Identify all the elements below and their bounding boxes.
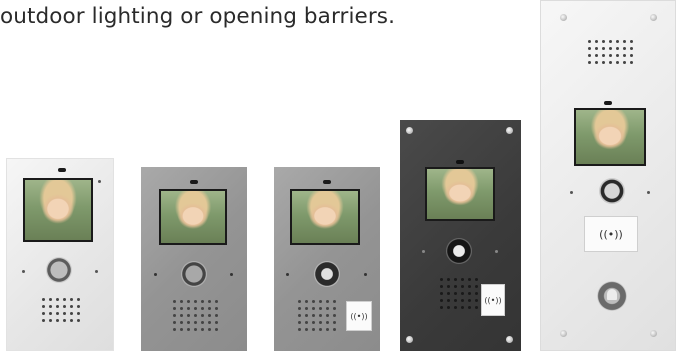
screw [506, 127, 513, 134]
led-indicator [364, 273, 367, 276]
rfid-reader[interactable]: ((•)) [584, 216, 638, 252]
led-indicator [422, 250, 425, 253]
speaker-grille [588, 40, 633, 64]
screw [560, 14, 567, 21]
video-screen [159, 189, 227, 245]
call-button[interactable] [181, 261, 207, 287]
video-screen [290, 189, 360, 245]
led-indicator [286, 273, 289, 276]
caption-text: outdoor lighting or opening barriers. [0, 4, 396, 29]
led-indicator [570, 191, 573, 194]
speaker-grille [42, 298, 80, 322]
screw [650, 330, 657, 337]
speaker-grille [298, 300, 336, 331]
intercom-panel-tall: ((•)) [540, 0, 676, 351]
led-indicator [22, 270, 25, 273]
led-indicator [98, 180, 101, 183]
led-indicator [647, 191, 650, 194]
speaker-grille [173, 300, 218, 331]
screw [506, 336, 513, 343]
rfid-wave-icon: ((•)) [484, 295, 502, 305]
call-button[interactable] [446, 238, 472, 264]
camera-lens [190, 180, 198, 184]
intercom-panel-white [6, 158, 114, 351]
intercom-panel-silver [141, 167, 247, 351]
speaker-grille [440, 278, 478, 309]
video-screen [574, 108, 646, 166]
screw [650, 14, 657, 21]
intercom-panel-dark: ((•)) [400, 120, 521, 351]
screw [406, 336, 413, 343]
camera-lens [456, 160, 464, 164]
call-button[interactable] [314, 261, 340, 287]
video-screen [23, 178, 93, 242]
camera-lens [58, 168, 66, 172]
led-indicator [95, 270, 98, 273]
video-screen [425, 167, 495, 221]
rfid-reader[interactable]: ((•)) [481, 284, 505, 316]
intercom-panel-silver-rfid: ((•)) [274, 167, 380, 351]
screw [560, 330, 567, 337]
screw [406, 127, 413, 134]
call-button[interactable] [46, 257, 72, 283]
bell-button[interactable] [597, 281, 627, 311]
call-button[interactable] [599, 178, 625, 204]
led-indicator [154, 273, 157, 276]
rfid-wave-icon: ((•)) [599, 227, 623, 241]
rfid-wave-icon: ((•)) [350, 311, 368, 321]
led-indicator [495, 250, 498, 253]
camera-lens [604, 101, 612, 105]
camera-lens [323, 180, 331, 184]
bell-icon [607, 289, 617, 300]
rfid-reader[interactable]: ((•)) [346, 301, 372, 331]
led-indicator [230, 273, 233, 276]
